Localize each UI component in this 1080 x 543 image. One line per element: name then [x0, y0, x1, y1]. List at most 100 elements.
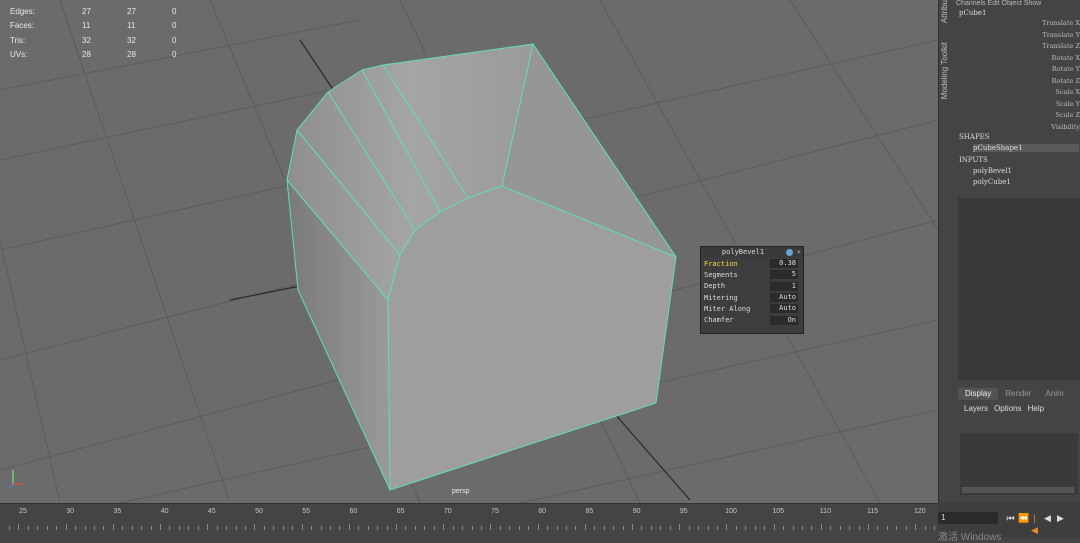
timeline-tick-label: 80 [538, 508, 547, 515]
menu-help[interactable]: Help [1028, 404, 1044, 416]
timeline-tick-mark [131, 526, 133, 530]
bevel-row-chamfer[interactable]: Chamfer On [701, 314, 803, 325]
timeline-tick-label: 30 [66, 508, 75, 515]
timeline-tick-mark [65, 524, 67, 530]
timeline-tick-mark [934, 526, 936, 530]
current-frame-field[interactable] [938, 512, 998, 524]
attr-scale-z[interactable]: Scale Z [956, 111, 1080, 122]
layer-list-scrollbar[interactable] [962, 487, 1074, 493]
close-icon[interactable]: × [797, 247, 801, 258]
timeline-tick-mark [632, 524, 634, 530]
timeline-tick-mark [471, 526, 473, 530]
inputs-header: INPUTS [959, 156, 988, 164]
timeline-tick-mark [169, 526, 171, 530]
timeline-tick-mark [433, 526, 435, 530]
timeline-tick-label: 95 [679, 508, 688, 515]
tab-attribute-editor[interactable]: Attribu [940, 0, 949, 23]
timeline-tick-mark [377, 526, 379, 530]
hud-row-edges: Edges: 27 27 0 [10, 6, 177, 16]
attr-translate-z[interactable]: Translate Z [956, 42, 1080, 53]
attr-translate-x[interactable]: Translate X [956, 19, 1080, 30]
miter-along-field[interactable]: Auto [770, 304, 798, 314]
timeline-tick-label: 55 [302, 508, 311, 515]
node-info-icon[interactable] [786, 249, 793, 256]
timeline-tick-mark [320, 526, 322, 530]
input-node-polybevel[interactable]: polyBevel1 [973, 167, 1012, 175]
timeline-tick-mark [226, 526, 228, 530]
step-back-key-icon[interactable]: ⏪ [1018, 512, 1029, 524]
timeline-tick-mark [896, 526, 898, 530]
timeline-tick-mark [518, 526, 520, 530]
timeline-tick-mark [235, 526, 237, 530]
tab-modeling-toolkit[interactable]: Modeling Toolkit [940, 42, 949, 99]
play-backwards-icon[interactable]: ◀ [1043, 512, 1052, 524]
hud-row-tris: Tris: 32 32 0 [10, 35, 177, 45]
fraction-field[interactable]: 0.38 [770, 259, 798, 269]
timeline-tick-mark [547, 526, 549, 530]
bevel-row-depth[interactable]: Depth 1 [701, 281, 803, 292]
bevel-row-mitering[interactable]: Mitering Auto [701, 292, 803, 303]
timeline-tick-mark [27, 526, 29, 530]
tab-display[interactable]: Display [958, 388, 999, 400]
timeline-tick-mark [93, 526, 95, 530]
timeline-tick-label: 90 [632, 508, 641, 515]
bevel-row-fraction[interactable]: Fraction 0.38 [701, 258, 803, 269]
tab-anim[interactable]: Anim [1038, 388, 1070, 400]
bevel-popup-title[interactable]: polyBevel1 × [701, 247, 803, 258]
watermark-text: 激活 Windows [938, 532, 1002, 543]
tab-render[interactable]: Render [998, 388, 1038, 400]
menu-options[interactable]: Options [994, 404, 1022, 416]
timeline-tick-mark [924, 526, 926, 530]
timeline-tick-label: 85 [585, 508, 594, 515]
bevel-row-miter-along[interactable]: Miter Along Auto [701, 303, 803, 314]
attr-rotate-x[interactable]: Rotate X [956, 54, 1080, 65]
timeline-tick-mark [565, 526, 567, 530]
timeline-tick-label: 35 [113, 508, 122, 515]
play-forwards-icon[interactable]: ▶ [1056, 512, 1065, 524]
timeline-tick-mark [481, 526, 482, 530]
timeline-tick-label: 120 [913, 508, 926, 515]
go-to-start-icon[interactable]: ⏮ [1006, 512, 1015, 524]
attr-translate-y[interactable]: Translate Y [956, 31, 1080, 42]
perspective-viewport[interactable]: Edges: 27 27 0 Faces: 11 11 0 Tris: 32 3… [0, 0, 938, 503]
mitering-field[interactable]: Auto [770, 293, 798, 303]
shape-node[interactable]: pCubeShape1 [973, 144, 1079, 152]
timeline-tick-mark [783, 526, 785, 530]
hud-row-uvs: UVs: 28 28 0 [10, 50, 177, 60]
menu-layers[interactable]: Layers [964, 404, 988, 416]
timeline-tick-mark [905, 526, 907, 530]
poly-bevel-popup[interactable]: polyBevel1 × Fraction 0.38 Segments 5 De… [700, 246, 804, 334]
depth-field[interactable]: 1 [770, 281, 798, 291]
layer-list[interactable] [960, 433, 1078, 495]
timeline-tick-mark [282, 526, 284, 530]
attr-rotate-z[interactable]: Rotate Z [956, 77, 1080, 88]
timeline-tick-label: 65 [396, 508, 405, 515]
timeline-tick-mark [820, 524, 822, 530]
attr-visibility[interactable]: Visibility [956, 123, 1080, 134]
timeline-tick-mark [801, 526, 803, 530]
channel-box-menu[interactable]: Channels Edit Object Show [956, 0, 1080, 6]
timeline-tick-mark [688, 526, 690, 530]
chamfer-field[interactable]: On [770, 315, 798, 325]
timeline-tick-mark [915, 524, 917, 530]
timeline-tick-mark [726, 524, 728, 530]
attr-rotate-y[interactable]: Rotate Y [956, 65, 1080, 76]
time-slider[interactable]: 25 30 35 40 45 50 55 60 65 70 75 80 85 90 95 100 105 110 1… [0, 503, 945, 538]
timeline-tick-mark [830, 526, 832, 530]
timeline-tick-mark [849, 526, 851, 530]
step-back-frame-icon[interactable]: |◀ [1030, 512, 1039, 535]
bevel-row-segments[interactable]: Segments 5 [701, 269, 803, 280]
timeline-tick-mark [122, 526, 124, 530]
timeline-tick-mark [178, 526, 180, 530]
object-name[interactable]: pCube1 [959, 9, 986, 17]
timeline-tick-mark [358, 526, 360, 530]
segments-field[interactable]: 5 [770, 270, 798, 280]
timeline-tick-mark [46, 526, 48, 530]
attr-scale-y[interactable]: Scale Y [956, 100, 1080, 111]
input-node-polycube[interactable]: polyCube1 [973, 178, 1011, 186]
timeline-tick-mark [424, 526, 426, 530]
timeline-tick-mark [868, 524, 870, 530]
attr-scale-x[interactable]: Scale X [956, 88, 1080, 99]
channel-box: Channels Edit Object Show pCube1 Transla… [956, 0, 1080, 503]
timeline-tick-mark [735, 526, 737, 530]
